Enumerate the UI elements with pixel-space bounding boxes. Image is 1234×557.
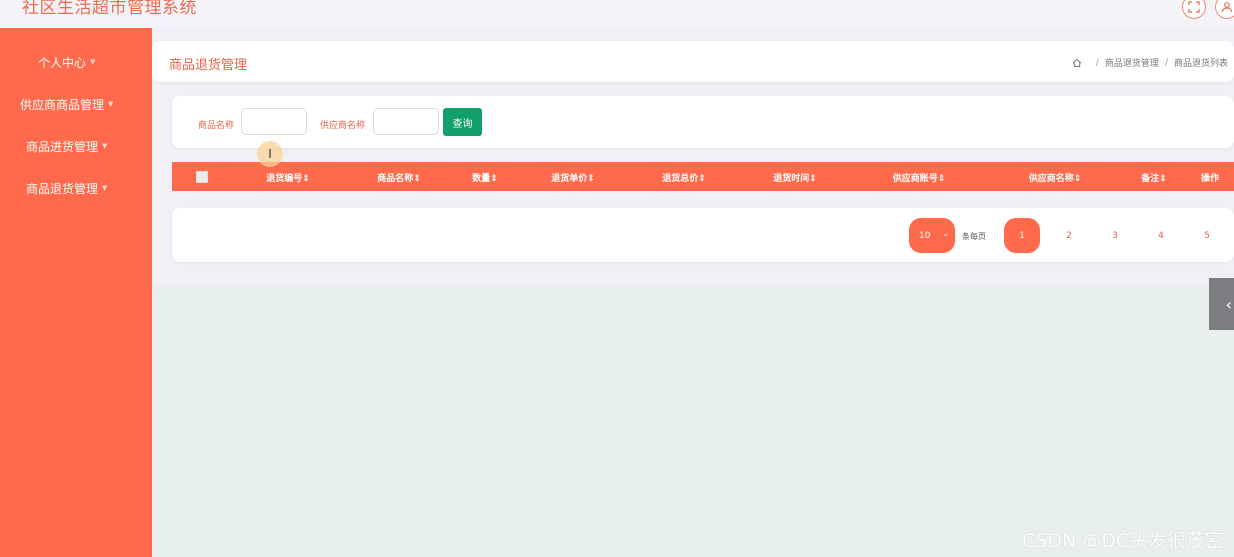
column-header[interactable]: 退货时间⇕: [773, 171, 817, 184]
pagination-card: 10 ⌄ 条每页 1 2 3 4 5: [172, 208, 1234, 262]
title-card: 商品退货管理 / 商品退货管理 / 商品退货列表: [152, 41, 1234, 82]
column-header-label: 商品名称: [377, 174, 414, 184]
column-header-label: 备注: [1141, 174, 1160, 184]
sort-icon: ⇕: [809, 174, 817, 184]
column-header[interactable]: 退货总价⇕: [662, 171, 706, 184]
sidebar: 个人中心 ▼ 供应商商品管理 ▼ 商品进货管理 ▼ 商品退货管理 ▼: [0, 28, 152, 557]
table-header: 退货编号⇕ 商品名称⇕ 数量⇕ 退货单价⇕ 退货总价⇕ 退货时间⇕ 供应商账号⇕…: [172, 162, 1234, 191]
user-icon[interactable]: [1215, 0, 1234, 19]
chevron-down-icon: ⌄: [942, 229, 949, 238]
select-all-checkbox[interactable]: [196, 171, 208, 183]
column-header-label: 退货总价: [662, 174, 699, 184]
column-header-label: 数量: [472, 174, 491, 184]
sort-icon: ⇕: [1073, 174, 1082, 184]
breadcrumb: / 商品退货管理 / 商品退货列表: [1072, 56, 1228, 69]
sort-icon: ⇕: [698, 174, 706, 184]
sidebar-item-label: 商品进货管理: [26, 139, 99, 154]
page-button[interactable]: 3: [1097, 218, 1133, 253]
page-size-suffix: 条每页: [962, 232, 986, 241]
sort-icon: ⇕: [302, 174, 310, 184]
column-header-label: 供应商账号: [892, 174, 938, 184]
column-header[interactable]: 数量⇕: [472, 171, 498, 184]
sort-icon: ⇕: [1159, 174, 1167, 184]
column-header[interactable]: 退货单价⇕: [551, 171, 595, 184]
column-header[interactable]: 备注⇕: [1141, 171, 1167, 184]
sort-icon: ⇕: [490, 174, 498, 184]
sort-icon: ⇕: [413, 174, 421, 184]
column-header-label: 退货时间: [773, 174, 810, 184]
breadcrumb-separator: /: [1164, 57, 1168, 68]
column-header[interactable]: 供应商账号⇕: [893, 171, 946, 184]
watermark: CSDN @DC头发很茂密: [1022, 530, 1225, 552]
sort-icon: ⇕: [937, 174, 946, 184]
supplier-name-input[interactable]: [373, 108, 439, 135]
fullscreen-icon[interactable]: [1182, 0, 1206, 19]
column-header[interactable]: 商品名称⇕: [377, 171, 421, 184]
product-name-label: 商品名称: [198, 121, 235, 131]
page-size-value: 10: [919, 230, 931, 241]
sidebar-item-supplier-products[interactable]: 供应商商品管理 ▼: [0, 92, 172, 116]
breadcrumb-separator: /: [1095, 57, 1099, 68]
home-icon[interactable]: [1072, 58, 1082, 68]
column-header-actions: 操作: [1200, 174, 1220, 184]
page-title: 商品退货管理: [169, 58, 248, 73]
sidebar-item-label: 供应商商品管理: [20, 97, 105, 112]
breadcrumb-item: 商品退货列表: [1173, 59, 1228, 69]
caret-down-icon: ▼: [90, 58, 96, 66]
sidebar-item-label: 个人中心: [38, 55, 87, 70]
page-button[interactable]: 1: [1004, 218, 1040, 253]
column-header-label: 供应商名称: [1028, 174, 1074, 184]
page-button[interactable]: 5: [1189, 218, 1225, 253]
text-cursor-icon: I: [257, 141, 283, 167]
page-button[interactable]: 4: [1143, 218, 1179, 253]
caret-down-icon: ▼: [108, 100, 114, 108]
caret-down-icon: ▼: [102, 184, 108, 192]
page-button[interactable]: 2: [1051, 218, 1087, 253]
caret-down-icon: ▼: [102, 142, 108, 150]
page-size-select[interactable]: 10 ⌄: [909, 218, 955, 253]
column-header[interactable]: 退货编号⇕: [266, 171, 310, 184]
column-header-label: 退货单价: [551, 174, 588, 184]
sidebar-item-label: 商品退货管理: [26, 181, 99, 196]
app-title: 社区生活超市管理系统: [22, 0, 197, 18]
product-name-input[interactable]: [241, 108, 307, 135]
breadcrumb-item[interactable]: 商品退货管理: [1105, 56, 1159, 69]
column-header[interactable]: 供应商名称⇕: [1029, 171, 1082, 184]
side-panel-toggle[interactable]: ‹: [1209, 278, 1234, 330]
chevron-left-icon: ‹: [1225, 294, 1232, 314]
filter-card: 商品名称 供应商名称 查询: [172, 96, 1234, 148]
supplier-name-label: 供应商名称: [320, 121, 366, 131]
sort-icon: ⇕: [587, 174, 595, 184]
query-button[interactable]: 查询: [443, 108, 482, 136]
column-header-label: 退货编号: [266, 174, 303, 184]
top-bar: 社区生活超市管理系统: [0, 0, 1234, 28]
